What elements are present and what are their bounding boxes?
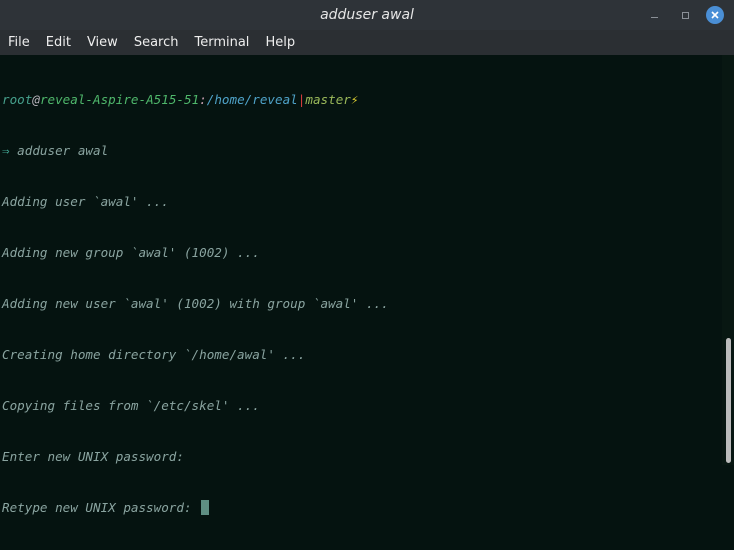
output-line: Adding new user `awal' (1002) with group…	[2, 296, 389, 311]
prompt-branch: master	[305, 92, 351, 107]
output-line: Adding user `awal' ...	[2, 194, 169, 209]
scrollbar[interactable]	[722, 55, 734, 465]
output-line: Copying files from `/etc/skel' ...	[2, 398, 260, 413]
prompt-at: @	[32, 92, 40, 107]
menu-bar: File Edit View Search Terminal Help	[0, 30, 734, 55]
scrollbar-thumb[interactable]	[726, 338, 731, 463]
command-line: ⇒ adduser awal	[2, 142, 722, 159]
prompt-host: reveal-Aspire-A515-51	[39, 92, 200, 107]
minimize-icon[interactable]	[646, 6, 664, 24]
maximize-icon[interactable]	[676, 6, 694, 24]
menu-search[interactable]: Search	[126, 30, 187, 55]
terminal-output[interactable]: root@reveal-Aspire-A515-51:/home/reveal|…	[0, 55, 722, 515]
menu-file[interactable]: File	[0, 30, 38, 55]
bolt-icon: ⚡	[350, 92, 359, 107]
terminal-window: adduser awal File Edit View Search Termi…	[0, 0, 734, 515]
close-icon[interactable]	[706, 6, 724, 24]
password-prompt-line: Retype new UNIX password:	[2, 499, 722, 516]
prompt-line: root@reveal-Aspire-A515-51:/home/reveal|…	[2, 91, 722, 108]
menu-edit[interactable]: Edit	[38, 30, 79, 55]
menu-help[interactable]: Help	[257, 30, 303, 55]
prompt-user: root	[2, 92, 33, 107]
arrow-icon: ⇒	[2, 143, 10, 158]
output-line: Enter new UNIX password:	[2, 449, 184, 464]
menu-view[interactable]: View	[79, 30, 126, 55]
output-line: Adding new group `awal' (1002) ...	[2, 245, 260, 260]
menu-terminal[interactable]: Terminal	[186, 30, 257, 55]
title-bar[interactable]: adduser awal	[0, 0, 734, 30]
prompt-path: /home/reveal	[206, 92, 298, 107]
output-line: Retype new UNIX password:	[2, 500, 200, 515]
command-text: adduser awal	[9, 143, 109, 158]
output-line: Creating home directory `/home/awal' ...	[2, 347, 306, 362]
prompt-colon: :	[199, 92, 207, 107]
window-title: adduser awal	[320, 7, 414, 23]
window-controls	[634, 6, 724, 24]
text-cursor	[201, 500, 210, 515]
